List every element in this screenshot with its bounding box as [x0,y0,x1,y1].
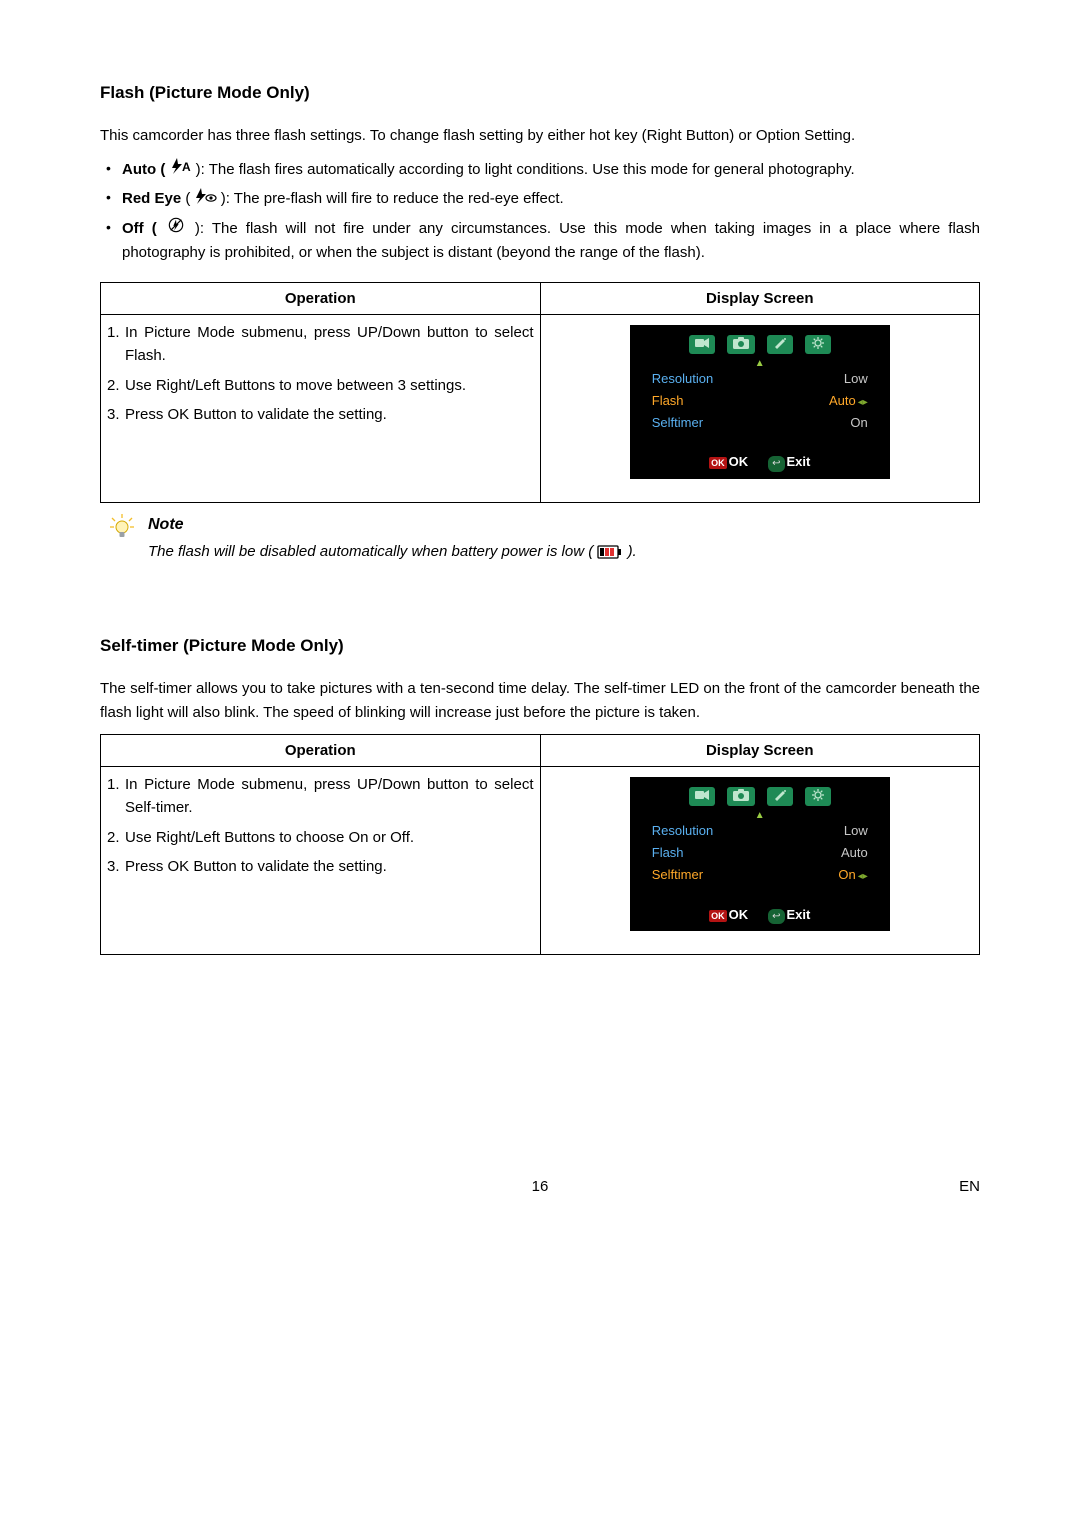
flash-step2: Use Right/Left Buttons to move between 3… [125,377,466,394]
selftimer-step2: Use Right/Left Buttons to choose On or O… [125,829,414,846]
table-row: 1.In Picture Mode submenu, press UP/Down… [101,767,980,955]
mode-off-label: Off ( [122,220,157,237]
row-value: Low [844,369,868,389]
mode-redeye: Red Eye ( ): The pre-flash will fire to … [100,187,980,211]
row-label: Flash [652,843,684,863]
flash-step3: Press OK Button to validate the setting. [125,406,387,423]
row-value: Auto [829,393,856,408]
exit-badge-icon: ↩ [768,909,784,925]
note-text-before: The flash will be disabled automatically… [148,543,593,560]
movie-mode-icon [689,335,715,354]
col-display: Display Screen [540,734,980,766]
display-cell: ▲ ResolutionLow FlashAuto SelftimerOn◂▸ … [540,767,980,955]
note-text: The flash will be disabled automatically… [148,540,637,563]
display-cell: ▲ ResolutionLow FlashAuto◂▸ SelftimerOn … [540,315,980,503]
table-header-row: Operation Display Screen [101,734,980,766]
note-block: Note The flash will be disabled automati… [108,513,980,563]
table-row: 1.In Picture Mode submenu, press UP/Down… [101,315,980,503]
mode-redeye-label: Red Eye [122,190,181,207]
mode-auto-label: Auto ( [122,161,165,178]
picture-mode-icon [727,335,755,354]
row-value: Low [844,821,868,841]
effect-icon [767,335,793,354]
row-label: Selftimer [652,413,703,433]
selftimer-step3: Press OK Button to validate the setting. [125,858,387,875]
mode-auto-text: ): The flash fires automatically accordi… [196,161,855,178]
table-header-row: Operation Display Screen [101,282,980,314]
ok-badge-icon: OK [709,457,727,469]
row-value: Auto [841,843,868,863]
ok-badge-icon: OK [709,910,727,922]
lightbulb-icon [108,513,136,545]
row-label: Flash [652,391,684,411]
mode-redeye-text: ): The pre-flash will fire to reduce the… [221,190,564,207]
flash-mode-list: Auto ( A ): The flash fires automaticall… [100,158,980,264]
row-value: On [850,413,867,433]
row-value: On [838,867,855,882]
flash-redeye-icon [195,188,217,211]
flash-intro: This camcorder has three flash settings.… [100,124,980,147]
up-arrow-icon: ▲ [630,360,890,368]
movie-mode-icon [689,787,715,806]
note-title: Note [148,513,637,538]
mode-off-text: ): The flash will not fire under any cir… [122,220,980,261]
effect-icon [767,787,793,806]
flash-auto-icon: A [170,158,192,181]
col-operation: Operation [101,282,541,314]
flash-step1: In Picture Mode submenu, press UP/Down b… [125,324,534,364]
row-label: Resolution [652,821,713,841]
mode-off: Off ( ): The flash will not fire under a… [100,217,980,264]
display-screen-flash: ▲ ResolutionLow FlashAuto◂▸ SelftimerOn … [630,325,890,479]
up-arrow-icon: ▲ [630,812,890,820]
selftimer-step1: In Picture Mode submenu, press UP/Down b… [125,776,534,816]
row-label: Selftimer [652,865,703,885]
selftimer-intro: The self-timer allows you to take pictur… [100,677,980,724]
ok-label: OK [729,454,749,469]
footer-lang: EN [959,1175,980,1198]
heading-selftimer: Self-timer (Picture Mode Only) [100,633,980,659]
exit-label: Exit [787,907,811,922]
heading-flash: Flash (Picture Mode Only) [100,80,980,106]
mode-auto: Auto ( A ): The flash fires automaticall… [100,158,980,182]
row-label: Resolution [652,369,713,389]
exit-label: Exit [787,454,811,469]
selftimer-table: Operation Display Screen 1.In Picture Mo… [100,734,980,955]
ok-label: OK [729,907,749,922]
operation-cell: 1.In Picture Mode submenu, press UP/Down… [101,767,541,955]
operation-cell: 1.In Picture Mode submenu, press UP/Down… [101,315,541,503]
svg-text:A: A [182,160,191,174]
picture-mode-icon [727,787,755,806]
note-text-after: ). [628,543,637,560]
page-number: 16 [532,1175,549,1198]
flash-off-icon [165,217,187,240]
display-screen-selftimer: ▲ ResolutionLow FlashAuto SelftimerOn◂▸ … [630,777,890,931]
col-operation: Operation [101,734,541,766]
battery-low-icon [597,543,627,560]
col-display: Display Screen [540,282,980,314]
left-right-arrows-icon: ◂▸ [858,397,868,408]
exit-badge-icon: ↩ [768,456,784,472]
flash-table: Operation Display Screen 1.In Picture Mo… [100,282,980,503]
settings-icon [805,335,831,354]
settings-icon [805,787,831,806]
left-right-arrows-icon: ◂▸ [858,871,868,882]
